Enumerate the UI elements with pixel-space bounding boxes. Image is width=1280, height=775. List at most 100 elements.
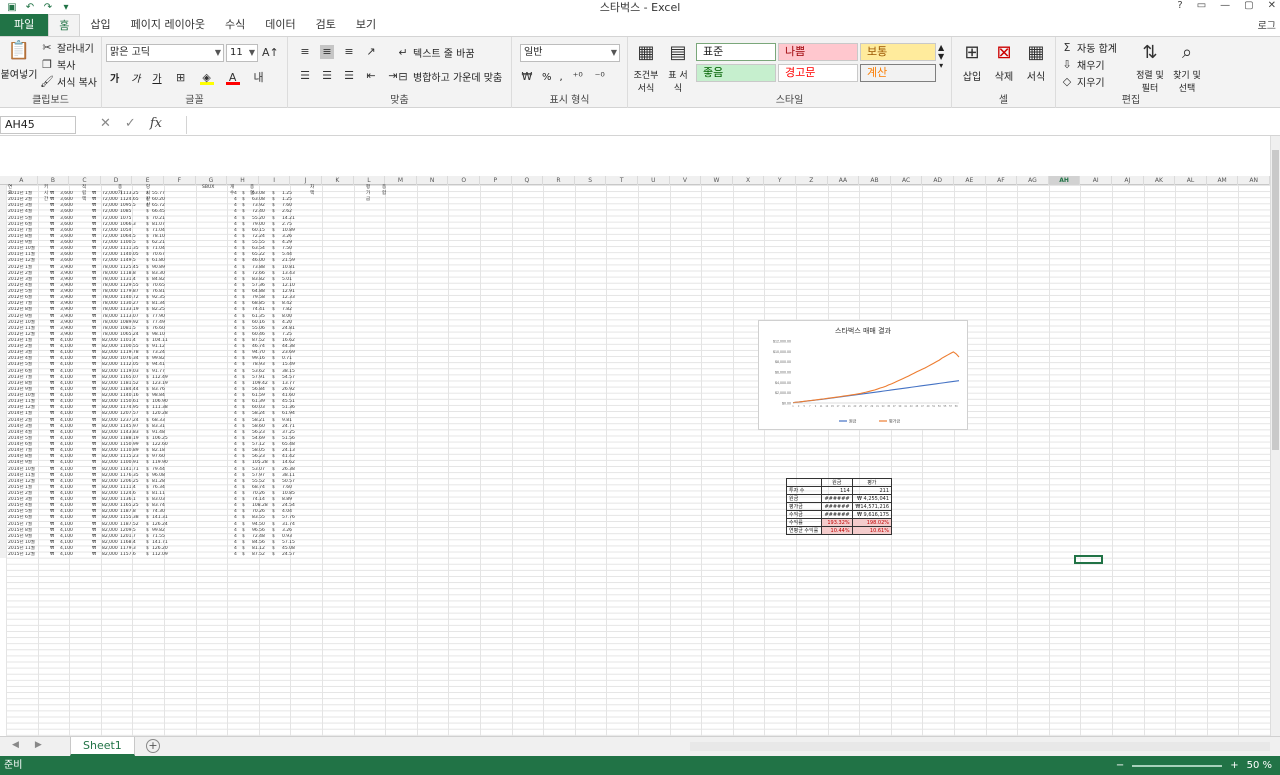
table-cell[interactable]: 10.89 bbox=[282, 228, 295, 234]
table-cell[interactable]: 126.24 bbox=[152, 522, 168, 528]
table-cell[interactable]: 111.38 bbox=[152, 405, 168, 411]
table-cell[interactable]: 1124.6 bbox=[120, 491, 136, 497]
table-cell[interactable]: 60.03 bbox=[252, 405, 265, 411]
summary-cell[interactable]: 원금 bbox=[786, 494, 822, 503]
user-name[interactable]: 로그 bbox=[1258, 17, 1276, 32]
table-cell[interactable]: 1149.5 bbox=[120, 258, 136, 264]
table-cell[interactable]: 4,100 bbox=[60, 387, 73, 393]
table-cell[interactable]: ₩ bbox=[50, 503, 54, 509]
table-cell[interactable]: $ bbox=[242, 479, 245, 485]
delete-cells-button[interactable]: ⊠ 삭제 bbox=[990, 41, 1018, 83]
table-cell[interactable]: $ bbox=[146, 454, 149, 460]
table-cell[interactable]: $ bbox=[146, 491, 149, 497]
table-cell[interactable]: 4 bbox=[234, 424, 237, 430]
table-cell[interactable]: 2012년 2월 bbox=[8, 271, 32, 277]
table-cell[interactable]: $ bbox=[272, 222, 275, 228]
table-cell[interactable]: $ bbox=[146, 399, 149, 405]
table-cell[interactable]: 4,100 bbox=[60, 418, 73, 424]
table-cell[interactable]: 1.25 bbox=[282, 197, 292, 203]
table-cell[interactable]: $ bbox=[242, 375, 245, 381]
table-cell[interactable]: 78,000 bbox=[102, 332, 118, 338]
table-cell[interactable]: ₩ bbox=[92, 503, 96, 509]
table-cell[interactable]: 122.60 bbox=[152, 442, 168, 448]
table-cell[interactable]: ₩ bbox=[50, 265, 54, 271]
table-cell[interactable]: 1207.57 bbox=[120, 411, 139, 417]
table-cell[interactable]: $ bbox=[146, 522, 149, 528]
insert-function-icon[interactable]: fx bbox=[150, 116, 162, 131]
table-cell[interactable]: 55.20 bbox=[252, 216, 265, 222]
table-cell[interactable]: ₩ bbox=[92, 356, 96, 362]
table-cell[interactable]: $ bbox=[146, 209, 149, 215]
table-cell[interactable]: 63.54 bbox=[252, 246, 265, 252]
chevron-down-icon[interactable]: ▼ bbox=[938, 52, 944, 61]
table-cell[interactable]: 72.66 bbox=[252, 271, 265, 277]
table-cell[interactable]: 58.60 bbox=[252, 424, 265, 430]
table-cell[interactable]: $ bbox=[146, 528, 149, 534]
table-cell[interactable]: $ bbox=[272, 301, 275, 307]
table-cell[interactable]: 1184.44 bbox=[120, 387, 139, 393]
table-cell[interactable]: ₩ bbox=[92, 405, 96, 411]
table-cell[interactable]: 112.49 bbox=[152, 375, 168, 381]
table-cell[interactable]: $ bbox=[272, 209, 275, 215]
table-cell[interactable]: $ bbox=[272, 497, 275, 503]
table-cell[interactable]: ₩ bbox=[92, 265, 96, 271]
table-cell[interactable]: ₩ bbox=[92, 552, 96, 558]
table-cell[interactable]: 1140.16 bbox=[120, 393, 139, 399]
table-cell[interactable]: 4,100 bbox=[60, 393, 73, 399]
font-size-combo[interactable]: 11 ▼ bbox=[226, 44, 258, 62]
table-cell[interactable]: 4 bbox=[234, 460, 237, 466]
table-cell[interactable]: 70.26 bbox=[252, 509, 265, 515]
table-cell[interactable]: 99.16 bbox=[252, 356, 265, 362]
table-cell[interactable]: ₩ bbox=[50, 454, 54, 460]
table-cell[interactable]: 84.56 bbox=[252, 540, 265, 546]
table-cell[interactable]: 2013년 9월 bbox=[8, 387, 32, 393]
column-header-b[interactable]: B bbox=[38, 176, 70, 185]
table-cell[interactable]: ₩ bbox=[50, 191, 54, 197]
table-cell[interactable]: $ bbox=[272, 326, 275, 332]
table-cell[interactable]: $ bbox=[146, 467, 149, 473]
table-cell[interactable]: 96.08 bbox=[152, 473, 165, 479]
table-cell[interactable]: $ bbox=[242, 344, 245, 350]
table-cell[interactable]: 1187.8 bbox=[120, 509, 136, 515]
prev-sheet-icon[interactable]: ◀ bbox=[12, 740, 19, 750]
table-cell[interactable]: $ bbox=[146, 552, 149, 558]
table-cell[interactable]: 4,100 bbox=[60, 381, 73, 387]
column-header-x[interactable]: X bbox=[733, 176, 765, 185]
table-cell[interactable]: $ bbox=[242, 430, 245, 436]
table-cell[interactable]: 123.19 bbox=[152, 381, 168, 387]
table-cell[interactable]: 4 bbox=[234, 479, 237, 485]
summary-cell[interactable]: 투자 수 bbox=[786, 486, 822, 495]
table-cell[interactable]: 82,000 bbox=[102, 552, 118, 558]
table-cell[interactable]: 74.30 bbox=[152, 509, 165, 515]
table-cell[interactable]: ₩ bbox=[92, 381, 96, 387]
column-header-t[interactable]: T bbox=[606, 176, 638, 185]
table-cell[interactable]: ₩ bbox=[92, 209, 96, 215]
table-cell[interactable]: 3,900 bbox=[60, 332, 73, 338]
table-cell[interactable]: 76.60 bbox=[152, 326, 165, 332]
table-cell[interactable]: 119.90 bbox=[152, 460, 168, 466]
table-cell[interactable]: 53.62 bbox=[252, 369, 265, 375]
table-cell[interactable]: 82,000 bbox=[102, 430, 118, 436]
table-cell[interactable]: 57.36 bbox=[252, 283, 265, 289]
table-cell[interactable]: ₩ bbox=[92, 515, 96, 521]
table-cell[interactable]: 1054 bbox=[120, 228, 131, 234]
table-cell[interactable]: 4,100 bbox=[60, 369, 73, 375]
table-cell[interactable]: ₩ bbox=[92, 528, 96, 534]
table-cell[interactable]: 79.44 bbox=[152, 467, 165, 473]
table-cell[interactable]: 4 bbox=[234, 295, 237, 301]
table-cell[interactable]: $ bbox=[242, 295, 245, 301]
table-cell[interactable]: 82,000 bbox=[102, 387, 118, 393]
table-cell[interactable]: 1124.65 bbox=[120, 197, 139, 203]
series-line-1[interactable] bbox=[792, 351, 960, 404]
table-cell[interactable]: 65.72 bbox=[152, 203, 165, 209]
table-cell[interactable]: 4 bbox=[234, 350, 237, 356]
table-cell[interactable]: ₩ bbox=[92, 393, 96, 399]
table-cell[interactable]: $ bbox=[146, 418, 149, 424]
scroll-thumb[interactable] bbox=[1272, 150, 1279, 450]
table-cell[interactable]: ₩ bbox=[50, 473, 54, 479]
column-header-d[interactable]: D bbox=[101, 176, 133, 185]
table-cell[interactable]: 1187.52 bbox=[120, 522, 139, 528]
table-cell[interactable]: 68.33 bbox=[152, 418, 165, 424]
table-cell[interactable]: ₩ bbox=[50, 442, 54, 448]
table-cell[interactable]: 77.49 bbox=[152, 320, 165, 326]
